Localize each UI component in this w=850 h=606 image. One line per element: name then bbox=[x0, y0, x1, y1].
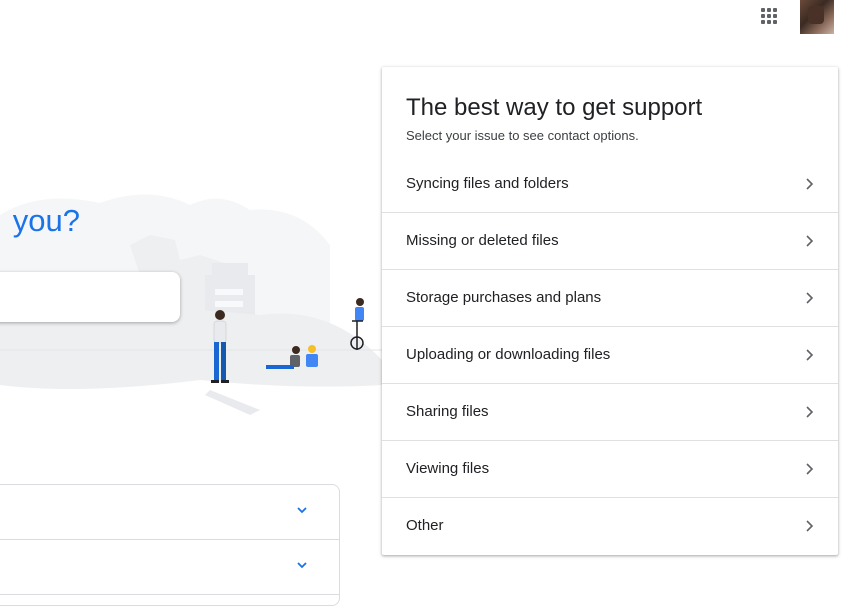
chevron-down-icon bbox=[297, 507, 307, 514]
account-avatar[interactable] bbox=[800, 0, 834, 34]
support-option-storage[interactable]: Storage purchases and plans bbox=[382, 270, 838, 327]
support-option-uploading[interactable]: Uploading or downloading files bbox=[382, 327, 838, 384]
support-option-missing[interactable]: Missing or deleted files bbox=[382, 213, 838, 270]
support-card: The best way to get support Select your … bbox=[382, 67, 838, 555]
support-card-title: The best way to get support bbox=[406, 94, 703, 121]
support-option-other[interactable]: Other bbox=[382, 498, 838, 554]
chevron-right-icon bbox=[806, 349, 814, 361]
google-apps-icon[interactable] bbox=[756, 3, 782, 29]
support-option-label: Other bbox=[406, 517, 444, 534]
chevron-right-icon bbox=[806, 178, 814, 190]
support-option-label: Storage purchases and plans bbox=[406, 289, 602, 306]
chevron-right-icon bbox=[806, 520, 814, 532]
support-option-sharing[interactable]: Sharing files bbox=[382, 384, 838, 441]
chevron-right-icon bbox=[806, 406, 814, 418]
faq-item[interactable] bbox=[0, 485, 339, 540]
chevron-right-icon bbox=[806, 235, 814, 247]
support-option-label: Syncing files and folders bbox=[406, 175, 569, 192]
support-option-label: Viewing files bbox=[406, 460, 490, 477]
support-option-label: Uploading or downloading files bbox=[406, 346, 611, 363]
chevron-right-icon bbox=[806, 463, 814, 475]
hero-title: you? bbox=[12, 203, 80, 238]
support-option-label: Missing or deleted files bbox=[406, 232, 559, 249]
support-option-label: Sharing files bbox=[406, 403, 489, 420]
support-option-syncing[interactable]: Syncing files and folders bbox=[382, 156, 838, 213]
search-input[interactable] bbox=[0, 272, 180, 322]
support-card-subtitle: Select your issue to see contact options… bbox=[406, 128, 639, 143]
chevron-down-icon bbox=[297, 562, 307, 569]
support-option-viewing[interactable]: Viewing files bbox=[382, 441, 838, 498]
support-options-list: Syncing files and folders Missing or del… bbox=[382, 156, 838, 554]
chevron-right-icon bbox=[806, 292, 814, 304]
faq-item[interactable] bbox=[0, 540, 339, 595]
